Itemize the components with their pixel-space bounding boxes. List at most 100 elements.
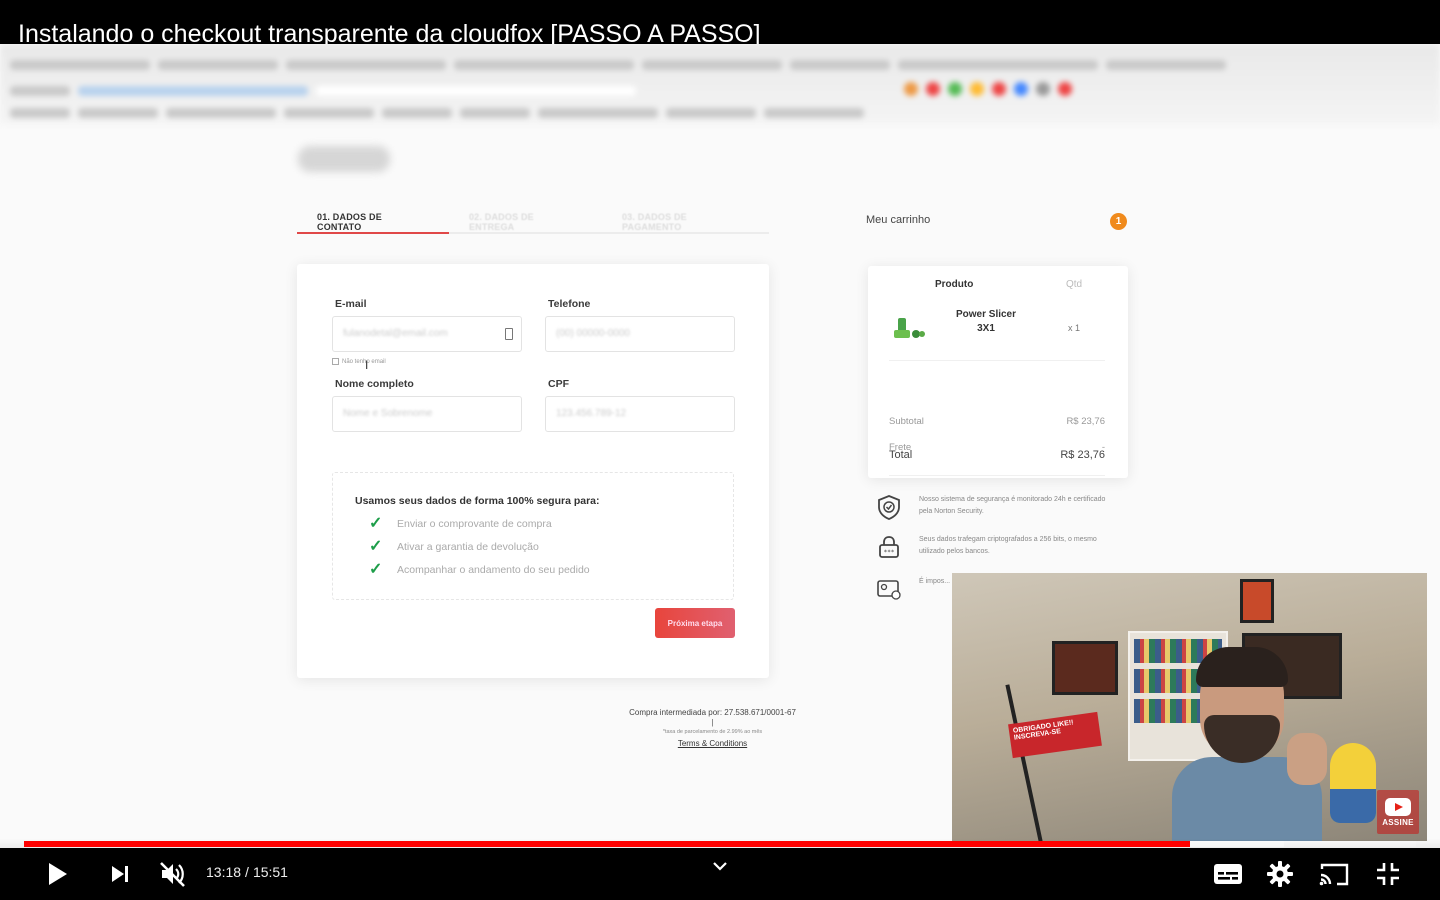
email-field[interactable]: fulanodetal@email.com bbox=[332, 316, 522, 352]
next-step-button[interactable]: Próxima etapa bbox=[655, 608, 735, 638]
subscribe-watermark[interactable]: ASSINE bbox=[1377, 790, 1419, 834]
cart-title: Meu carrinho bbox=[866, 214, 931, 226]
store-logo-blurred bbox=[298, 146, 390, 172]
trust-text: Nosso sistema de segurança é monitorado … bbox=[919, 496, 1106, 515]
product-qty: x 1 bbox=[1068, 323, 1081, 333]
phone-label: Telefone bbox=[548, 298, 591, 310]
subtitles-icon bbox=[1214, 864, 1242, 884]
exit-fullscreen-button[interactable] bbox=[1368, 848, 1408, 900]
secure-item: ✓ Ativar a garantia de devolução bbox=[369, 538, 539, 555]
minion-figure bbox=[1330, 743, 1376, 823]
phone-placeholder: (00) 00000-0000 bbox=[556, 328, 630, 339]
chapters-button[interactable] bbox=[706, 848, 734, 884]
checkout-footer: Compra intermediada por: 27.538.671/0001… bbox=[560, 708, 865, 748]
gear-icon bbox=[1267, 861, 1293, 887]
cart-subtotal-row: Subtotal R$ 23,76 bbox=[889, 416, 1105, 427]
browser-chrome-blurred bbox=[0, 44, 1440, 124]
secure-data-box: Usamos seus dados de forma 100% segura p… bbox=[332, 472, 734, 600]
subscribe-label: ASSINE bbox=[1382, 817, 1414, 827]
tripod bbox=[1005, 684, 1043, 841]
wall-poster bbox=[1052, 641, 1118, 695]
tab-payment-data[interactable]: 03. DADOS DE PAGAMENTO bbox=[602, 206, 769, 232]
id-card-icon bbox=[877, 580, 901, 600]
product-name: Power Slicer 3X1 bbox=[955, 309, 1017, 334]
video-player[interactable]: Instalando o checkout transparente da cl… bbox=[0, 0, 1440, 900]
lock-icon: *** bbox=[879, 536, 899, 558]
cpf-field[interactable]: 123.456.789-12 bbox=[545, 396, 735, 432]
settings-button[interactable] bbox=[1260, 848, 1300, 900]
cart-count-badge: 1 bbox=[1110, 213, 1127, 230]
cart-card: Produto Qtd Power Slicer 3X1 x 1 Subtota… bbox=[868, 266, 1128, 478]
cart-total-row: Total R$ 23,76 bbox=[889, 449, 1105, 461]
no-email-checkbox-row[interactable]: Não tenho email bbox=[332, 358, 386, 365]
email-label: E-mail bbox=[335, 298, 367, 310]
check-icon: ✓ bbox=[369, 538, 383, 555]
secure-item: ✓ Acompanhar o andamento do seu pedido bbox=[369, 561, 590, 578]
tab-delivery-data[interactable]: 02. DADOS DE ENTREGA bbox=[449, 206, 602, 232]
volume-muted-icon bbox=[160, 862, 185, 887]
secure-title: Usamos seus dados de forma 100% segura p… bbox=[355, 495, 600, 507]
presenter bbox=[1172, 647, 1327, 841]
total-label: Total bbox=[889, 449, 913, 461]
phone-field[interactable]: (00) 00000-0000 bbox=[545, 316, 735, 352]
skip-next-icon bbox=[112, 866, 128, 882]
webcam-sign: OBRIGADO LIKE!! INSCREVA-SE bbox=[1008, 711, 1102, 759]
product-thumbnail bbox=[894, 318, 925, 338]
trust-item: Nosso sistema de segurança é monitorado … bbox=[876, 494, 1119, 520]
total-value: R$ 23,76 bbox=[1060, 449, 1105, 461]
cart-head-qty: Qtd bbox=[1066, 279, 1083, 290]
tab-contact-data[interactable]: 01. DADOS DE CONTATO bbox=[297, 206, 449, 234]
youtube-logo-icon bbox=[1385, 797, 1411, 816]
terms-link[interactable]: Terms & Conditions bbox=[560, 739, 865, 748]
trust-text: Seus dados trafegam criptografados a 256… bbox=[919, 536, 1097, 555]
cart-head-product: Produto bbox=[935, 279, 974, 290]
player-controls: 13:18/15:51 bbox=[0, 848, 1440, 900]
subtitles-button[interactable] bbox=[1208, 848, 1248, 900]
played-bar bbox=[24, 841, 1191, 847]
intermediated-text: Compra intermediada por: 27.538.671/0001… bbox=[629, 708, 796, 717]
cpf-placeholder: 123.456.789-12 bbox=[556, 408, 627, 419]
duration: 15:51 bbox=[252, 864, 288, 880]
contact-form-card: E-mail fulanodetal@email.com Telefone (0… bbox=[297, 264, 769, 678]
cast-icon bbox=[1319, 863, 1349, 886]
svg-text:***: *** bbox=[884, 549, 895, 556]
no-email-checkbox[interactable] bbox=[332, 358, 339, 365]
cart-divider bbox=[889, 475, 1105, 476]
check-icon: ✓ bbox=[369, 561, 383, 578]
title-bar: Instalando o checkout transparente da cl… bbox=[0, 0, 1440, 48]
current-time: 13:18 bbox=[206, 864, 242, 880]
cart-divider bbox=[889, 360, 1105, 361]
mute-button[interactable] bbox=[152, 848, 192, 900]
installments-note: *taxa de parcelamento de 2.99% ao mês bbox=[662, 729, 763, 735]
secure-item-text: Acompanhar o andamento do seu pedido bbox=[397, 564, 590, 576]
play-button[interactable] bbox=[38, 848, 78, 900]
checkout-steps: 01. DADOS DE CONTATO 02. DADOS DE ENTREG… bbox=[297, 206, 769, 234]
password-manager-icon[interactable] bbox=[505, 328, 513, 340]
wifi-sign bbox=[1240, 579, 1274, 623]
name-label: Nome completo bbox=[335, 378, 414, 390]
name-field[interactable]: Nome e Sobrenome bbox=[332, 396, 522, 432]
text-cursor-icon: I bbox=[365, 358, 369, 372]
subtotal-value: R$ 23,76 bbox=[1066, 416, 1105, 427]
footer-separator: | bbox=[711, 718, 714, 727]
subtotal-label: Subtotal bbox=[889, 416, 924, 427]
chevron-down-icon bbox=[713, 862, 727, 871]
cast-button[interactable] bbox=[1314, 848, 1354, 900]
progress-bar[interactable] bbox=[24, 841, 1416, 847]
next-video-button[interactable] bbox=[100, 848, 140, 900]
shield-check-icon bbox=[878, 495, 900, 520]
secure-item-text: Enviar o comprovante de compra bbox=[397, 518, 552, 530]
name-placeholder: Nome e Sobrenome bbox=[343, 408, 433, 419]
cpf-label: CPF bbox=[548, 378, 569, 390]
no-email-label: Não tenho email bbox=[342, 358, 386, 365]
time-separator: / bbox=[245, 864, 249, 880]
exit-fullscreen-icon bbox=[1377, 863, 1399, 885]
secure-item-text: Ativar a garantia de devolução bbox=[397, 541, 539, 553]
check-icon: ✓ bbox=[369, 515, 383, 532]
video-frame[interactable]: 01. DADOS DE CONTATO 02. DADOS DE ENTREG… bbox=[0, 44, 1440, 854]
play-icon bbox=[49, 863, 67, 885]
time-display: 13:18/15:51 bbox=[206, 864, 288, 880]
webcam-overlay: OBRIGADO LIKE!! INSCREVA-SE ASSINE bbox=[952, 573, 1427, 841]
trust-item: *** Seus dados trafegam criptografados a… bbox=[876, 534, 1119, 560]
email-placeholder: fulanodetal@email.com bbox=[343, 328, 448, 339]
